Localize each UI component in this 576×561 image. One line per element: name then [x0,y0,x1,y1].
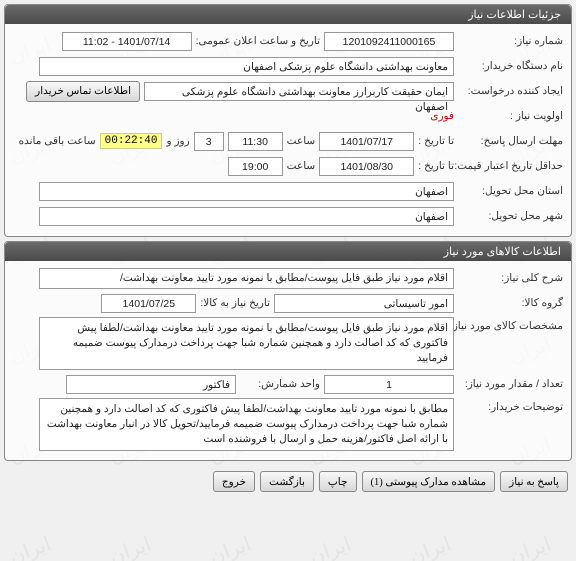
need-details-panel: جزئیات اطلاعات نیاز شماره نیاز: 12010924… [4,4,572,237]
deadline-date-field: 1401/07/17 [319,132,414,151]
public-announce-field: 1401/07/14 - 11:02 [62,32,192,51]
panel2-header: اطلاعات کالاهای مورد نیاز [5,242,571,261]
min-validity-label: حداقل تاریخ اعتبار قیمت: [458,160,563,172]
time-label-2: ساعت [287,160,316,172]
public-announce-label: تاریخ و ساعت اعلان عمومی: [196,35,320,47]
validity-time-field: 19:00 [228,157,283,176]
action-button-row: پاسخ به نیاز مشاهده مدارک پیوستی (1) چاپ… [0,465,576,498]
reply-to-need-button[interactable]: پاسخ به نیاز [500,471,568,492]
need-desc-label: شرح کلی نیاز: [458,272,563,284]
view-attachments-button[interactable]: مشاهده مدارک پیوستی (1) [362,471,496,492]
exit-button[interactable]: خروج [213,471,255,492]
panel1-header: جزئیات اطلاعات نیاز [5,5,571,24]
deadline-reply-label: مهلت ارسال پاسخ: [458,135,563,147]
goods-spec-label: مشخصات کالای مورد نیاز: [458,317,563,332]
print-button[interactable]: چاپ [319,471,357,492]
validity-date-field: 1401/08/30 [319,157,414,176]
requester-label: ایجاد کننده درخواست: [458,85,563,97]
deadline-time-field: 11:30 [228,132,283,151]
need-by-label: تاریخ نیاز به کالا: [200,297,270,309]
unit-label: واحد شمارش: [240,378,320,390]
qty-field: 1 [324,375,454,394]
to-date-label-2: تا تاریخ : [418,160,454,172]
back-button[interactable]: بازگشت [260,471,314,492]
delivery-province-field: اصفهان [39,182,454,201]
buyer-notes-label: توضیحات خریدار: [458,398,563,413]
need-desc-field: اقلام مورد نیاز طبق فایل پیوست/مطابق با … [39,268,454,289]
days-and-label: روز و [166,135,189,147]
priority-label: اولویت نیاز : [458,110,563,122]
buyer-org-label: نام دستگاه خریدار: [458,60,563,72]
buyer-org-field: معاونت بهداشتی دانشگاه علوم پزشکی اصفهان [39,57,454,76]
delivery-city-label: شهر محل تحویل: [458,210,563,222]
requester-field: ایمان حقیقت کاربرارز معاونت بهداشتی دانش… [144,82,454,101]
delivery-province-label: استان محل تحویل: [458,185,563,197]
remaining-label: ساعت باقی مانده [19,135,96,147]
need-by-field: 1401/07/25 [101,294,196,313]
qty-label: تعداد / مقدار مورد نیاز: [458,378,563,390]
days-count-field: 3 [194,132,224,151]
panel1-body: شماره نیاز: 1201092411000165 تاریخ و ساع… [5,24,571,236]
panel2-body: شرح کلی نیاز: اقلام مورد نیاز طبق فایل پ… [5,261,571,460]
need-number-label: شماره نیاز: [458,35,563,47]
buyer-notes-field: مطابق با نمونه مورد تایید معاونت بهداشت/… [39,398,454,451]
buyer-contact-button[interactable]: اطلاعات تماس خریدار [26,81,140,102]
need-number-field: 1201092411000165 [324,32,454,51]
time-label-1: ساعت [287,135,316,147]
to-date-label-1: تا تاریخ : [418,135,454,147]
goods-spec-field: اقلام مورد نیاز طبق فایل پیوست/مطابق با … [39,317,454,370]
priority-value: فوری [430,110,454,122]
goods-group-label: گروه کالا: [458,297,563,309]
goods-info-panel: اطلاعات کالاهای مورد نیاز شرح کلی نیاز: … [4,241,572,461]
goods-group-field: امور تاسیساتی [274,294,454,313]
delivery-city-field: اصفهان [39,207,454,226]
unit-field: فاکتور [66,375,236,394]
countdown-timer: 00:22:40 [100,133,163,149]
